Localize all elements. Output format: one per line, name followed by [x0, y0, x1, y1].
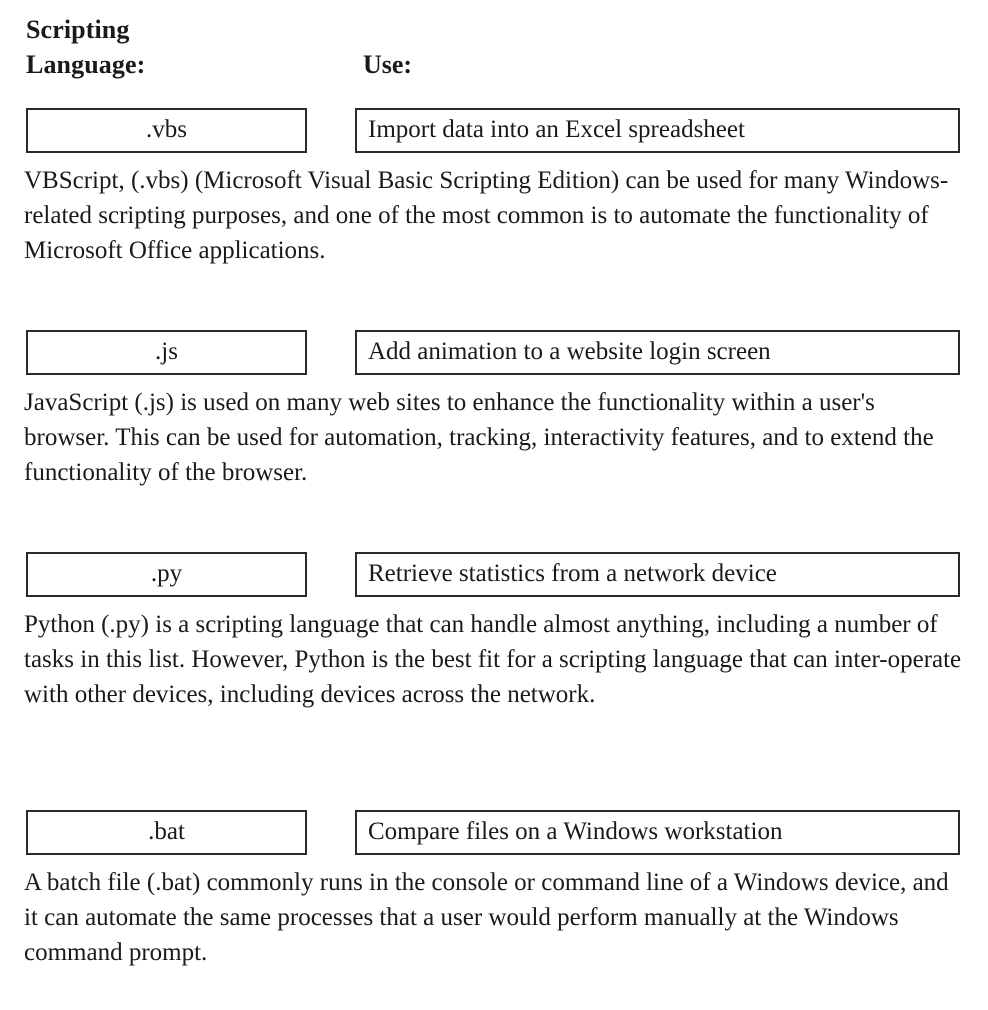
entry-group-2: .js Add animation to a website login scr…: [0, 330, 988, 486]
table-header: Scripting Language: Use:: [0, 12, 988, 96]
column-header-scripting-language-line2: Language:: [26, 50, 146, 79]
table-row: .py Retrieve statistics from a network d…: [0, 552, 988, 597]
column-header-use: Use:: [363, 50, 413, 79]
language-box: .bat: [26, 810, 307, 855]
use-box: Add animation to a website login screen: [355, 330, 960, 375]
language-box: .js: [26, 330, 307, 375]
table-row: .bat Compare files on a Windows workstat…: [0, 810, 988, 855]
description-paragraph: JavaScript (.js) is used on many web sit…: [24, 389, 934, 486]
table-row: .js Add animation to a website login scr…: [0, 330, 988, 375]
use-box: Retrieve statistics from a network devic…: [355, 552, 960, 597]
description-paragraph: A batch file (.bat) commonly runs in the…: [24, 869, 949, 966]
entry-group-4: .bat Compare files on a Windows workstat…: [0, 810, 988, 966]
column-header-scripting-language: Scripting Language:: [26, 12, 326, 82]
entry-group-1: .vbs Import data into an Excel spreadshe…: [0, 108, 988, 264]
language-box: .py: [26, 552, 307, 597]
document-page: Scripting Language: Use: .vbs Import dat…: [0, 0, 988, 1010]
use-box: Compare files on a Windows workstation: [355, 810, 960, 855]
use-box: Import data into an Excel spreadsheet: [355, 108, 960, 153]
language-box: .vbs: [26, 108, 307, 153]
table-row: .vbs Import data into an Excel spreadshe…: [0, 108, 988, 153]
description-paragraph: Python (.py) is a scripting language tha…: [24, 611, 962, 708]
description-paragraph: VBScript, (.vbs) (Microsoft Visual Basic…: [24, 167, 949, 264]
column-header-scripting-language-line1: Scripting: [26, 15, 130, 44]
entry-group-3: .py Retrieve statistics from a network d…: [0, 552, 988, 708]
